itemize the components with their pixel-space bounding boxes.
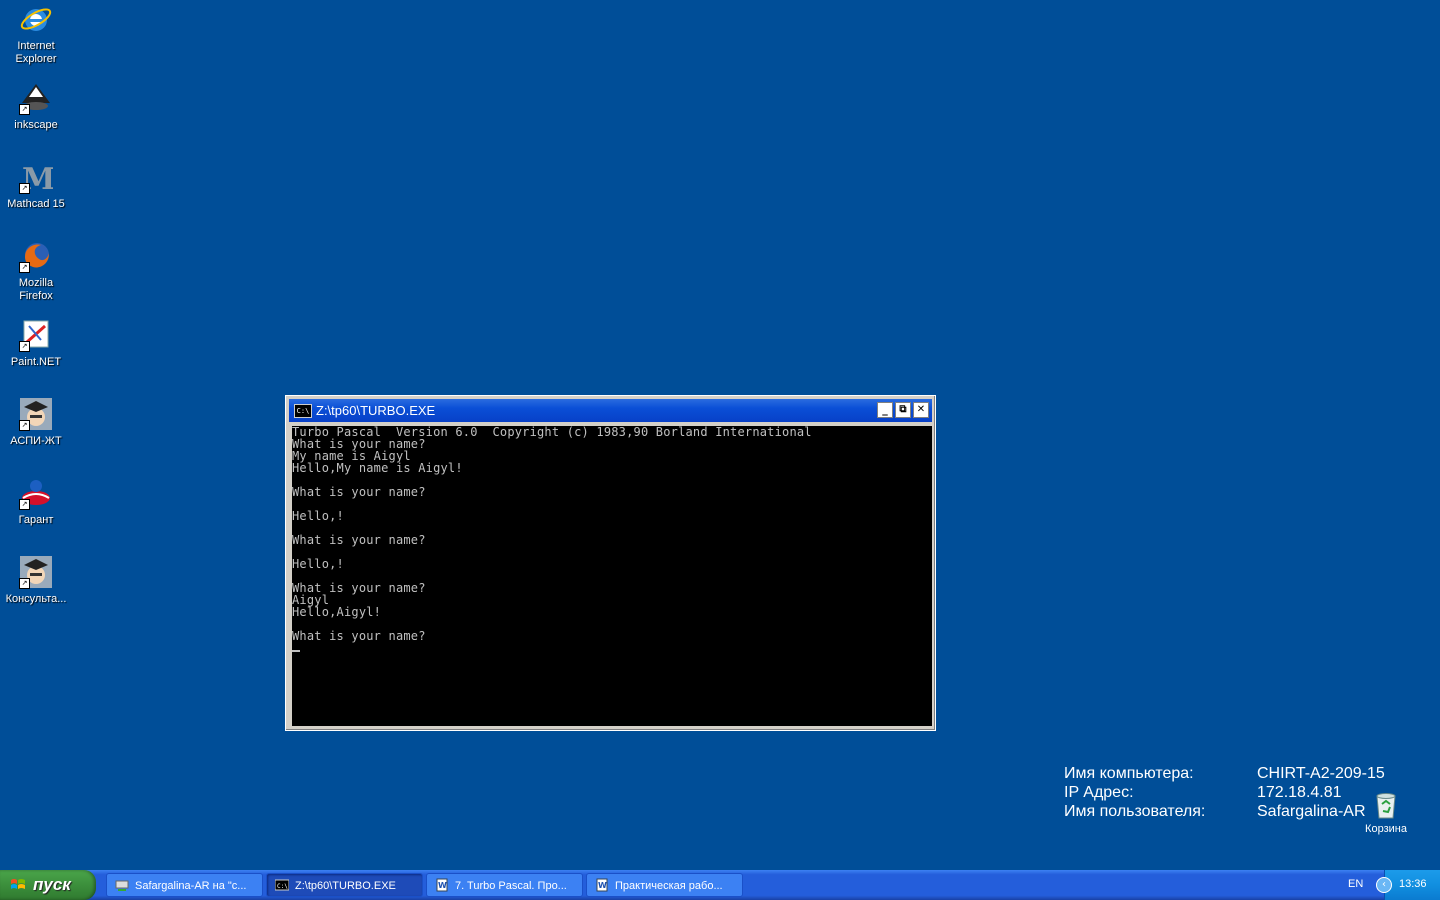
computer-name-value: CHIRT-A2-209-15 bbox=[1257, 765, 1385, 782]
taskbar-button-label: Z:\tp60\TURBO.EXE bbox=[295, 880, 396, 892]
tray-expand-icon[interactable]: ‹ bbox=[1376, 877, 1392, 893]
console-line: Hello,Aigyl! bbox=[292, 605, 382, 619]
system-tray: ‹ 13:36 bbox=[1376, 870, 1440, 900]
word-document-icon: W bbox=[436, 878, 448, 892]
minimize-button[interactable]: _ bbox=[877, 402, 893, 418]
desktop-icon-label: Paint.NET bbox=[10, 356, 62, 368]
consultant-icon: ↗ bbox=[19, 555, 53, 589]
console-line: What is your name? bbox=[292, 533, 426, 547]
desktop-icon-label: Internet Explorer bbox=[15, 40, 57, 65]
taskbar-button-word-1[interactable]: W 7. Turbo Pascal. Про... bbox=[426, 873, 583, 897]
recycle-bin-icon bbox=[1371, 790, 1401, 820]
close-button[interactable]: ✕ bbox=[913, 402, 929, 418]
desktop-icon-firefox[interactable]: ↗ Mozilla Firefox bbox=[0, 239, 72, 303]
clock[interactable]: 13:36 bbox=[1399, 878, 1427, 890]
console-cursor bbox=[292, 650, 300, 652]
svg-text:C:\: C:\ bbox=[277, 883, 288, 890]
ip-address-value: 172.18.4.81 bbox=[1257, 784, 1342, 801]
start-button[interactable]: пуск bbox=[0, 870, 96, 900]
computer-name-label: Имя компьютера: bbox=[1064, 765, 1194, 782]
console-line: What is your name? bbox=[292, 485, 426, 499]
desktop-icon-mathcad[interactable]: M ↗ Mathcad 15 bbox=[0, 160, 72, 211]
firefox-icon: ↗ bbox=[19, 239, 53, 273]
paintnet-icon: ↗ bbox=[19, 318, 53, 352]
svg-text:W: W bbox=[438, 881, 447, 890]
desktop-icon-label: Mathcad 15 bbox=[7, 198, 65, 210]
taskbar-button-label: Практическая рабо... bbox=[615, 880, 723, 892]
mathcad-icon: M ↗ bbox=[19, 160, 55, 197]
desktop-icon-garant[interactable]: ↗ Гарант bbox=[0, 476, 72, 527]
desktop-icon-label: inkscape bbox=[14, 119, 58, 131]
recycle-bin-label: Корзина bbox=[1365, 823, 1407, 835]
desktop-icon-label: АСПИ-ЖТ bbox=[10, 435, 62, 447]
console-line: Hello,! bbox=[292, 509, 344, 523]
desktop-icon-label: Гарант bbox=[18, 514, 54, 526]
console-icon: C:\ bbox=[275, 879, 289, 891]
aspi-icon: ↗ bbox=[19, 397, 53, 431]
desktop-icon-label: Консульта... bbox=[5, 593, 67, 605]
internet-explorer-icon bbox=[19, 2, 53, 36]
user-name-value: Safargalina-AR bbox=[1257, 803, 1366, 820]
desktop-icon-internet-explorer[interactable]: Internet Explorer bbox=[0, 2, 72, 66]
taskbar-button-network-folder[interactable]: Safargalina-AR на "с... bbox=[106, 873, 263, 897]
taskbar-button-turbo[interactable]: C:\ Z:\tp60\TURBO.EXE bbox=[266, 873, 423, 897]
desktop-icon-paintnet[interactable]: ↗ Paint.NET bbox=[0, 318, 72, 369]
restore-button[interactable]: ⧉ bbox=[895, 402, 911, 418]
desktop-icon-aspi[interactable]: ↗ АСПИ-ЖТ bbox=[0, 397, 72, 448]
console-line: Hello,My name is Aigyl! bbox=[292, 461, 463, 475]
console-line: What is your name? bbox=[292, 629, 426, 643]
ip-address-label: IP Адрес: bbox=[1064, 784, 1134, 801]
window-titlebar[interactable]: C:\ Z:\tp60\TURBO.EXE _ ⧉ ✕ bbox=[289, 399, 932, 422]
taskbar-button-label: Safargalina-AR на "с... bbox=[135, 880, 247, 892]
language-indicator[interactable]: EN bbox=[1348, 878, 1363, 890]
taskbar-button-word-2[interactable]: W Практическая рабо... bbox=[586, 873, 743, 897]
desktop-icon-label: Mozilla Firefox bbox=[18, 277, 54, 302]
taskbar-button-label: 7. Turbo Pascal. Про... bbox=[455, 880, 567, 892]
console-line: Hello,! bbox=[292, 557, 344, 571]
console-screen[interactable]: Turbo Pascal Version 6.0 Copyright (c) 1… bbox=[292, 426, 932, 726]
svg-text:W: W bbox=[598, 881, 607, 890]
inkscape-icon: ↗ bbox=[19, 81, 53, 115]
window-title: Z:\tp60\TURBO.EXE bbox=[316, 403, 436, 418]
word-document-icon: W bbox=[596, 878, 608, 892]
start-label: пуск bbox=[33, 875, 71, 894]
desktop-icon-inkscape[interactable]: ↗ inkscape bbox=[0, 81, 72, 132]
desktop-icon-consultant[interactable]: ↗ Консульта... bbox=[0, 555, 72, 606]
console-output: Turbo Pascal Version 6.0 Copyright (c) 1… bbox=[292, 426, 932, 654]
user-name-label: Имя пользователя: bbox=[1064, 803, 1206, 820]
taskbar: пуск Safargalina-AR на "с... C:\ Z:\tp60… bbox=[0, 870, 1440, 900]
windows-logo-icon bbox=[11, 879, 25, 889]
garant-icon: ↗ bbox=[19, 476, 53, 510]
desktop-icon-recycle-bin[interactable]: Корзина bbox=[1352, 790, 1420, 835]
console-window[interactable]: C:\ Z:\tp60\TURBO.EXE _ ⧉ ✕ Turbo Pascal… bbox=[285, 395, 936, 731]
network-drive-icon bbox=[115, 880, 129, 891]
console-icon[interactable]: C:\ bbox=[294, 404, 312, 418]
